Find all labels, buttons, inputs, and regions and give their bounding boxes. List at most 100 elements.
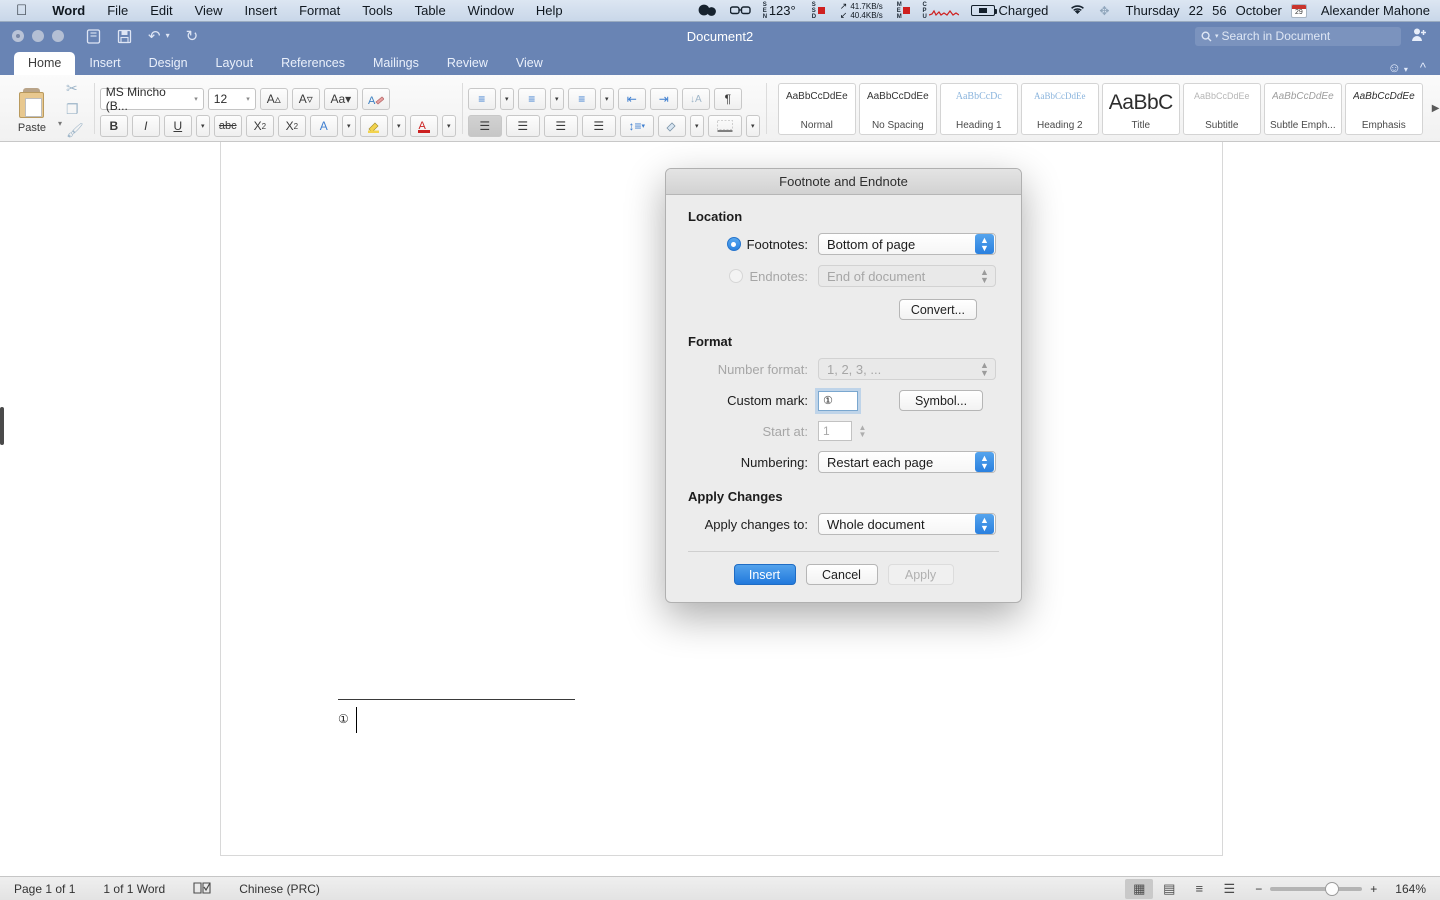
minimize-button[interactable] [32,30,44,42]
decrease-indent-icon[interactable]: ⇤ [617,88,646,110]
style-heading-1[interactable]: AaBbCcDc Heading 1 [939,82,1018,135]
close-button[interactable] [12,30,24,42]
menu-bar-username[interactable]: Alexander Mahone [1315,3,1430,18]
text-effects-icon[interactable]: A [309,115,338,137]
style-title[interactable]: AaBbC Title [1101,82,1180,135]
zoom-out-button[interactable]: − [1255,882,1262,896]
apple-logo-icon[interactable]:  [0,3,41,18]
font-name-input[interactable]: MS Mincho (B... ▾ [99,85,204,113]
borders-icon[interactable] [707,115,742,137]
bold-button[interactable]: B [99,115,128,137]
tab-insert[interactable]: Insert [75,52,134,75]
insert-button[interactable]: Insert [733,564,796,585]
style-subtle-emphasis[interactable]: AaBbCcDdEe Subtle Emph... [1263,82,1342,135]
paste-button[interactable]: Paste [6,84,58,134]
apply-changes-to-select[interactable]: Whole document ▲ ▼ [818,513,996,535]
change-case-icon[interactable]: Aa▾ [323,88,358,110]
menu-item-edit[interactable]: Edit [139,3,183,18]
strikethrough-button[interactable]: abc [213,115,242,137]
bluetooth-icon[interactable]: ✥ [1093,4,1115,18]
zoom-knob[interactable] [1325,881,1340,896]
format-painter-icon[interactable]: 🖌 [66,123,84,137]
zoom-slider[interactable]: − + [1245,881,1387,896]
style-normal[interactable]: AaBbCcDdEe Normal [777,82,856,135]
grow-font-icon[interactable]: A▵ [259,88,288,110]
tab-layout[interactable]: Layout [202,52,268,75]
menu-bar-clock[interactable]: Thursday 22 56 October 29 [1115,3,1314,18]
gallery-more-icon[interactable]: ▶ [1426,103,1440,114]
zoom-track[interactable] [1270,881,1363,896]
numbered-list-icon[interactable]: ≡ [517,88,546,110]
search-input[interactable]: ▾ Search in Document [1195,26,1401,46]
superscript-button[interactable]: X2 [277,115,306,137]
search-scope-caret-icon[interactable]: ▾ [1215,32,1219,40]
convert-button[interactable]: Convert... [898,299,977,320]
share-person-icon[interactable] [1411,27,1428,45]
highlight-caret-icon[interactable]: ▾ [391,115,406,137]
menu-item-help[interactable]: Help [525,3,574,18]
multilevel-list-caret-icon[interactable]: ▾ [599,88,614,110]
vertical-scroll-indicator[interactable] [0,407,4,445]
draft-view-icon[interactable]: ☰ [1215,879,1243,899]
network-transfer-indicator[interactable]: ↗ ↙ 41.7KB/s 40.4KB/s [831,1,891,20]
battery-status[interactable]: Charged [965,3,1063,18]
print-layout-view-icon[interactable]: ▦ [1125,878,1154,899]
chat-bubbles-icon[interactable] [692,4,724,17]
style-emphasis[interactable]: AaBbCcDdEe Emphasis [1344,82,1423,135]
highlight-icon[interactable] [359,115,388,137]
undo-icon[interactable]: ↶ ▾ [148,29,170,44]
shading-caret-icon[interactable]: ▾ [689,115,704,137]
menu-item-window[interactable]: Window [457,3,525,18]
menu-item-table[interactable]: Table [404,3,457,18]
clear-formatting-icon[interactable]: A [361,88,390,110]
font-color-icon[interactable]: A [409,115,438,137]
shrink-font-icon[interactable]: A▿ [291,88,320,110]
status-language[interactable]: Chinese (PRC) [225,882,334,896]
endnotes-radio[interactable] [729,269,744,283]
shading-icon[interactable] [657,115,686,137]
menu-item-view[interactable]: View [184,3,234,18]
align-center-icon[interactable]: ☰ [505,115,540,137]
style-no-spacing[interactable]: AaBbCcDdEe No Spacing [858,82,937,135]
memory-indicator[interactable]: MEM [891,2,917,20]
justify-icon[interactable]: ☰ [581,115,616,137]
ssd-activity-indicator[interactable]: SSD [806,2,831,20]
custom-mark-input[interactable]: ① [818,390,858,411]
menu-item-insert[interactable]: Insert [234,3,289,18]
outline-view-icon[interactable]: ≡ [1185,879,1213,899]
footnotes-location-select[interactable]: Bottom of page ▲ ▼ [818,233,996,255]
underline-button[interactable]: U [163,115,192,137]
subscript-button[interactable]: X2 [245,115,274,137]
save-icon[interactable] [117,29,132,44]
pilcrow-icon[interactable]: ¶ [713,88,742,110]
font-size-input[interactable]: 12 ▾ [207,88,256,110]
align-left-icon[interactable]: ☰ [467,115,502,137]
tab-mailings[interactable]: Mailings [359,52,433,75]
print-layout-icon[interactable] [86,28,101,44]
line-spacing-icon[interactable]: ↕≡ ▾ [619,115,654,137]
cancel-button[interactable]: Cancel [805,564,878,585]
bullet-list-caret-icon[interactable]: ▾ [499,88,514,110]
status-page-count[interactable]: Page 1 of 1 [0,882,89,896]
underline-options-caret-icon[interactable]: ▾ [195,115,210,137]
redo-icon[interactable]: ↻ [186,29,199,44]
align-right-icon[interactable]: ☰ [543,115,578,137]
footnote-reference-mark[interactable]: ① [338,712,349,726]
text-effects-caret-icon[interactable]: ▾ [341,115,356,137]
bullet-list-icon[interactable]: ≡ [467,88,496,110]
symbol-button[interactable]: Symbol... [899,390,983,411]
glasses-icon[interactable] [724,5,757,16]
smiley-icon[interactable]: ☺ ▾ [1388,60,1408,75]
tab-design[interactable]: Design [135,52,202,75]
menu-item-word[interactable]: Word [41,3,96,18]
multilevel-list-icon[interactable]: ≡ [567,88,596,110]
wifi-icon[interactable] [1062,3,1093,18]
italic-button[interactable]: I [131,115,160,137]
increase-indent-icon[interactable]: ⇥ [649,88,678,110]
zoom-button[interactable] [52,30,64,42]
sort-icon[interactable]: ↓A [681,88,710,110]
menu-item-format[interactable]: Format [288,3,351,18]
web-layout-view-icon[interactable]: ▤ [1155,879,1183,899]
tab-review[interactable]: Review [433,52,502,75]
tab-references[interactable]: References [267,52,359,75]
